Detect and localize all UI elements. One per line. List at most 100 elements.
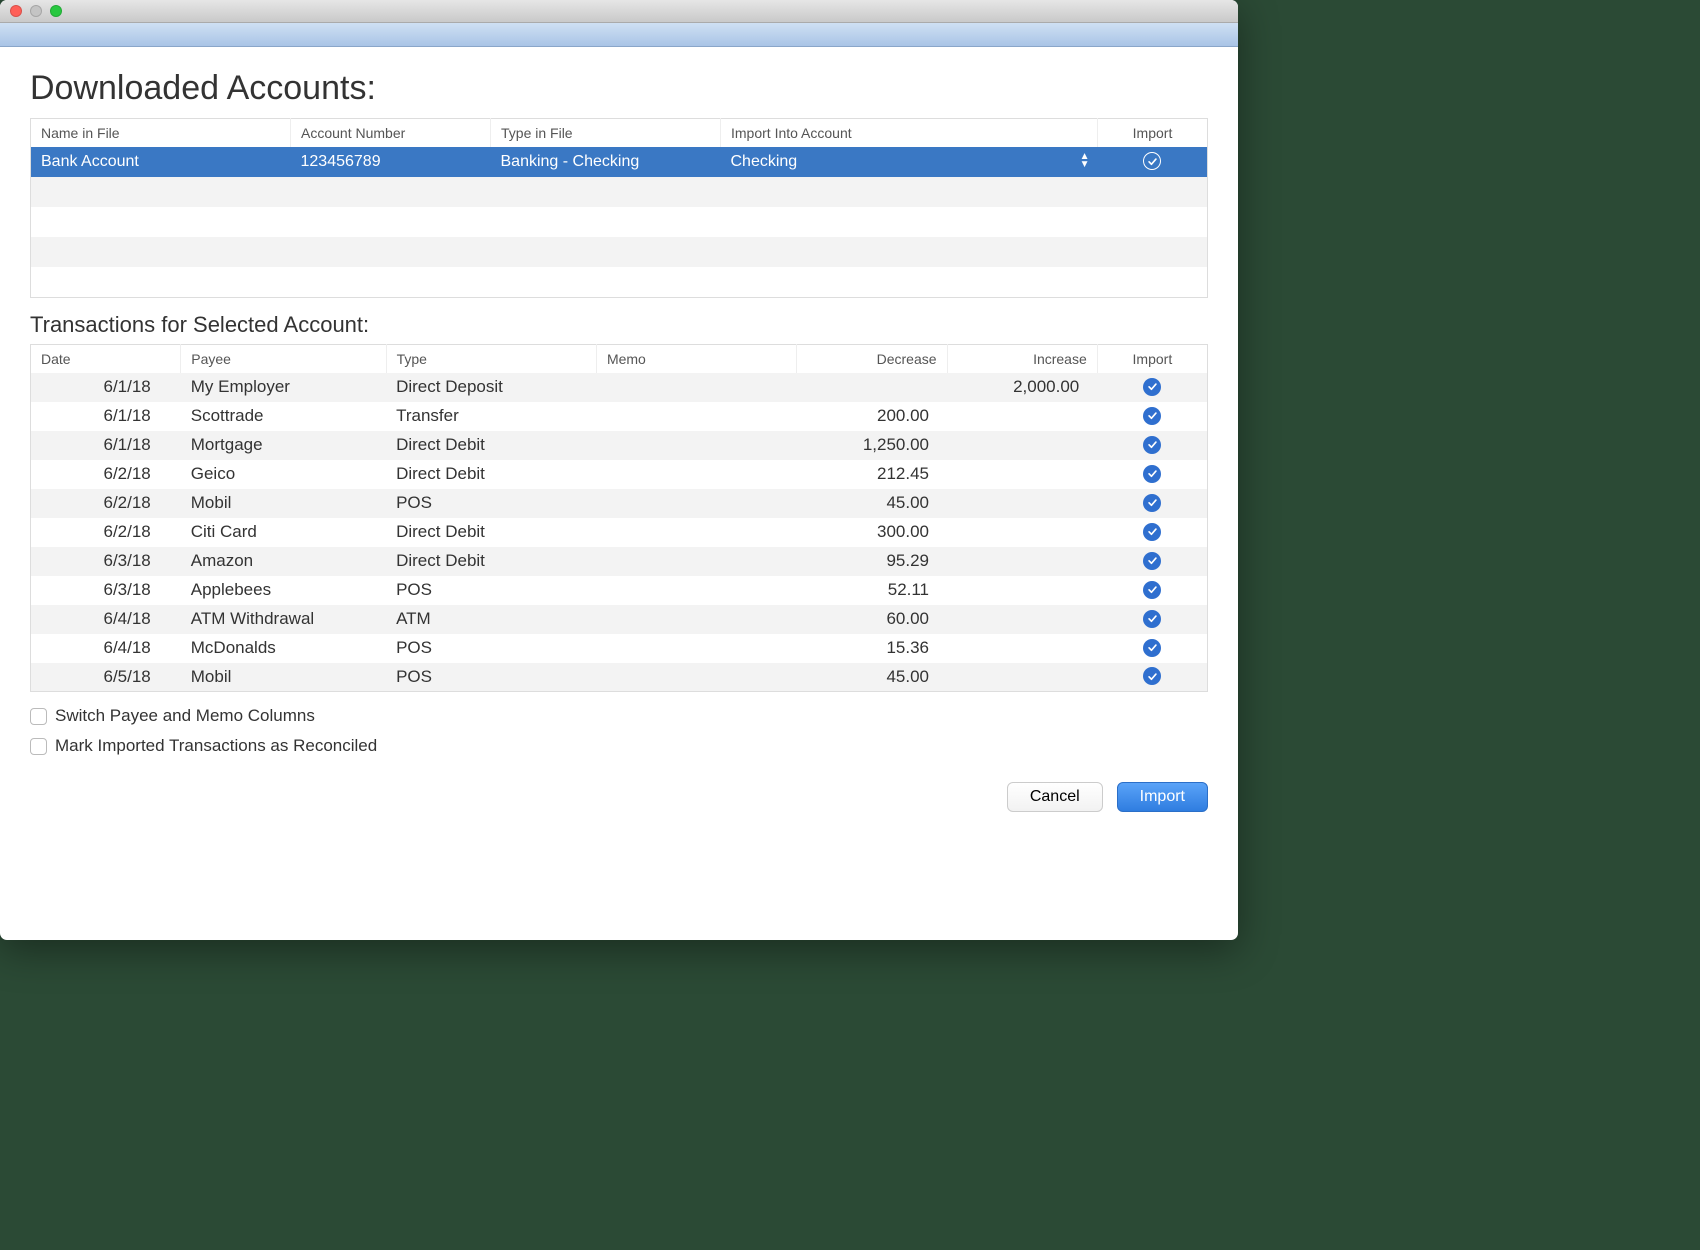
tx-increase: 2,000.00 — [947, 373, 1097, 402]
tx-payee: Mobil — [181, 489, 386, 518]
accounts-empty-row — [31, 267, 1208, 297]
tx-increase — [947, 605, 1097, 634]
accounts-header-row: Name in File Account Number Type in File… — [31, 119, 1208, 148]
tx-memo — [596, 373, 796, 402]
mark-reconciled-checkbox[interactable] — [30, 738, 47, 755]
tx-header-type[interactable]: Type — [386, 344, 596, 373]
tx-header-date[interactable]: Date — [31, 344, 181, 373]
cancel-button[interactable]: Cancel — [1007, 782, 1103, 812]
accounts-header-import[interactable]: Import — [1098, 119, 1208, 148]
window-zoom-button[interactable] — [50, 5, 62, 17]
tx-increase — [947, 547, 1097, 576]
tx-header-memo[interactable]: Memo — [596, 344, 796, 373]
accounts-header-type[interactable]: Type in File — [491, 119, 721, 148]
transactions-table: Date Payee Type Memo Decrease Increase I… — [30, 344, 1208, 693]
tx-payee: Geico — [181, 460, 386, 489]
tx-import-toggle[interactable] — [1143, 436, 1161, 454]
dialog-buttons: Cancel Import — [30, 782, 1208, 812]
tx-import-toggle[interactable] — [1143, 407, 1161, 425]
import-button[interactable]: Import — [1117, 782, 1208, 812]
tx-payee: Amazon — [181, 547, 386, 576]
tx-decrease: 95.29 — [797, 547, 947, 576]
tx-memo — [596, 576, 796, 605]
tx-decrease: 52.11 — [797, 576, 947, 605]
tx-memo — [596, 518, 796, 547]
tx-header-import[interactable]: Import — [1097, 344, 1207, 373]
tx-type: Transfer — [386, 402, 596, 431]
accounts-header-number[interactable]: Account Number — [291, 119, 491, 148]
tx-payee: My Employer — [181, 373, 386, 402]
tx-increase — [947, 460, 1097, 489]
tx-memo — [596, 634, 796, 663]
window-close-button[interactable] — [10, 5, 22, 17]
tx-type: Direct Debit — [386, 460, 596, 489]
tx-type: ATM — [386, 605, 596, 634]
tx-header-payee[interactable]: Payee — [181, 344, 386, 373]
account-number: 123456789 — [291, 147, 491, 177]
transaction-row[interactable]: 6/1/18My EmployerDirect Deposit 2,000.00 — [31, 373, 1208, 402]
tx-import-toggle[interactable] — [1143, 639, 1161, 657]
tx-increase — [947, 489, 1097, 518]
switch-columns-checkbox[interactable] — [30, 708, 47, 725]
account-import-toggle[interactable] — [1143, 152, 1161, 170]
tx-decrease: 300.00 — [797, 518, 947, 547]
tx-memo — [596, 547, 796, 576]
tx-import-toggle[interactable] — [1143, 494, 1161, 512]
tx-date: 6/2/18 — [31, 489, 181, 518]
tx-date: 6/1/18 — [31, 431, 181, 460]
accounts-table: Name in File Account Number Type in File… — [30, 118, 1208, 298]
tx-import-toggle[interactable] — [1143, 581, 1161, 599]
transaction-row[interactable]: 6/2/18Citi CardDirect Debit300.00 — [31, 518, 1208, 547]
tx-import-toggle[interactable] — [1143, 465, 1161, 483]
titlebar-toolbar — [0, 23, 1238, 47]
transaction-row[interactable]: 6/2/18MobilPOS45.00 — [31, 489, 1208, 518]
tx-header-decrease[interactable]: Decrease — [797, 344, 947, 373]
transaction-row[interactable]: 6/4/18McDonaldsPOS15.36 — [31, 634, 1208, 663]
tx-date: 6/1/18 — [31, 373, 181, 402]
tx-payee: Citi Card — [181, 518, 386, 547]
mark-reconciled-label: Mark Imported Transactions as Reconciled — [55, 736, 377, 756]
tx-increase — [947, 576, 1097, 605]
import-dialog: Downloaded Accounts: Name in File Accoun… — [0, 0, 1238, 940]
tx-payee: Applebees — [181, 576, 386, 605]
transaction-row[interactable]: 6/4/18ATM WithdrawalATM60.00 — [31, 605, 1208, 634]
mark-reconciled-option[interactable]: Mark Imported Transactions as Reconciled — [30, 736, 1208, 756]
account-type: Banking - Checking — [491, 147, 721, 177]
tx-type: Direct Deposit — [386, 373, 596, 402]
transaction-row[interactable]: 6/1/18MortgageDirect Debit1,250.00 — [31, 431, 1208, 460]
dialog-content: Downloaded Accounts: Name in File Accoun… — [0, 47, 1238, 832]
tx-decrease: 212.45 — [797, 460, 947, 489]
tx-import-toggle[interactable] — [1143, 378, 1161, 396]
window-minimize-button[interactable] — [30, 5, 42, 17]
transaction-row[interactable]: 6/3/18ApplebeesPOS52.11 — [31, 576, 1208, 605]
account-name: Bank Account — [31, 147, 291, 177]
tx-date: 6/5/18 — [31, 663, 181, 692]
tx-decrease: 1,250.00 — [797, 431, 947, 460]
transactions-header-row: Date Payee Type Memo Decrease Increase I… — [31, 344, 1208, 373]
tx-date: 6/4/18 — [31, 605, 181, 634]
tx-memo — [596, 460, 796, 489]
tx-import-toggle[interactable] — [1143, 667, 1161, 685]
accounts-row[interactable]: Bank Account123456789Banking - CheckingC… — [31, 147, 1208, 177]
tx-memo — [596, 402, 796, 431]
tx-import-toggle[interactable] — [1143, 523, 1161, 541]
transaction-row[interactable]: 6/1/18ScottradeTransfer200.00 — [31, 402, 1208, 431]
switch-columns-label: Switch Payee and Memo Columns — [55, 706, 315, 726]
import-into-account-select[interactable]: Checking▲▼ — [721, 147, 1098, 177]
tx-decrease: 60.00 — [797, 605, 947, 634]
titlebar — [0, 0, 1238, 23]
accounts-empty-row — [31, 177, 1208, 207]
tx-import-toggle[interactable] — [1143, 610, 1161, 628]
switch-columns-option[interactable]: Switch Payee and Memo Columns — [30, 706, 1208, 726]
transaction-row[interactable]: 6/3/18AmazonDirect Debit95.29 — [31, 547, 1208, 576]
accounts-header-import-into[interactable]: Import Into Account — [721, 119, 1098, 148]
accounts-empty-row — [31, 237, 1208, 267]
tx-memo — [596, 663, 796, 692]
tx-increase — [947, 402, 1097, 431]
accounts-header-name[interactable]: Name in File — [31, 119, 291, 148]
tx-import-toggle[interactable] — [1143, 552, 1161, 570]
transaction-row[interactable]: 6/5/18MobilPOS45.00 — [31, 663, 1208, 692]
transaction-row[interactable]: 6/2/18GeicoDirect Debit212.45 — [31, 460, 1208, 489]
tx-header-increase[interactable]: Increase — [947, 344, 1097, 373]
tx-type: Direct Debit — [386, 431, 596, 460]
